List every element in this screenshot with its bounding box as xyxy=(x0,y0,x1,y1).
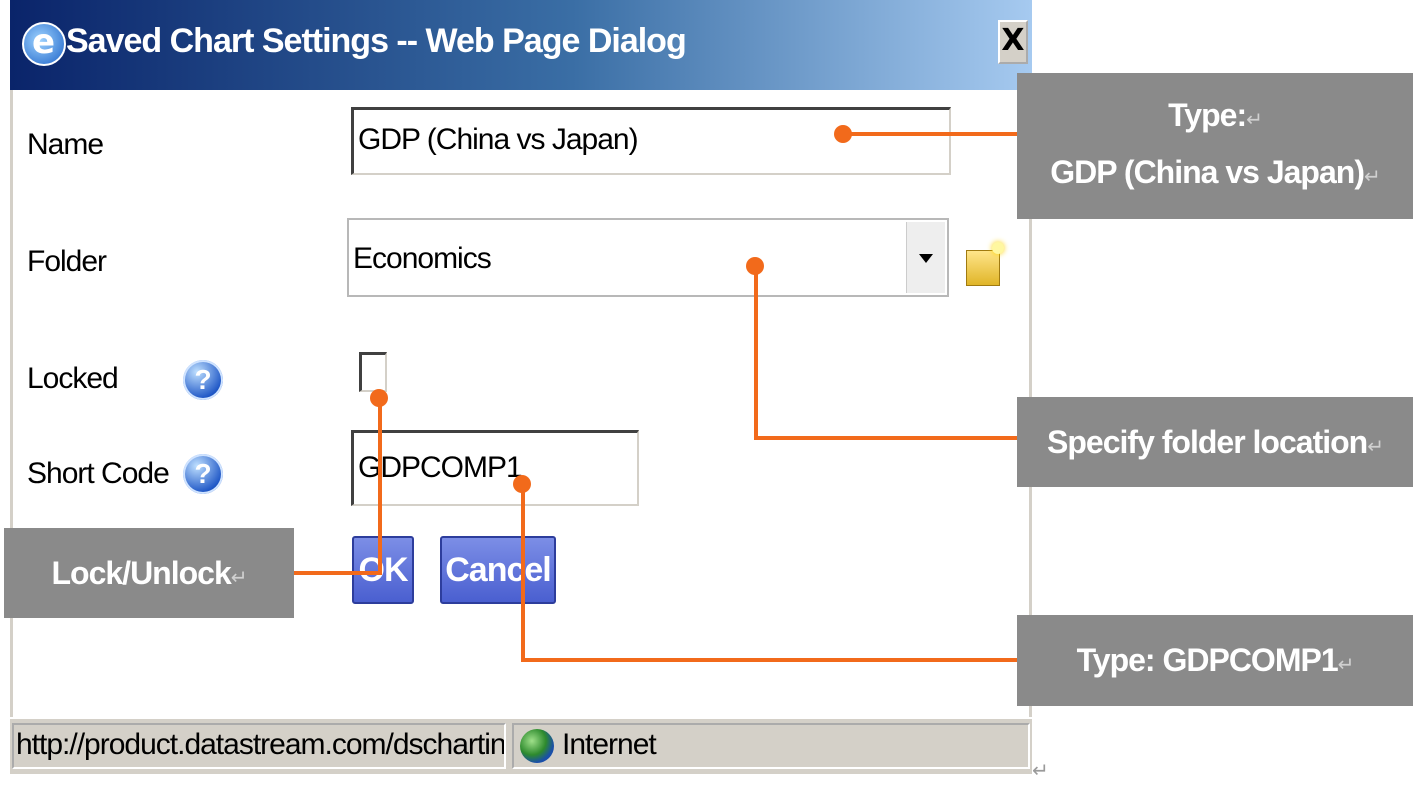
lock-connector-dot xyxy=(370,389,388,407)
folder-callout-text: Specify folder location xyxy=(1047,424,1368,460)
shortcode-callout: Type: GDPCOMP1↵ xyxy=(1017,615,1413,706)
paragraph-mark: ↵ xyxy=(1246,109,1263,131)
name-callout-line1: Type: xyxy=(1168,97,1247,133)
name-connector xyxy=(843,132,1019,136)
name-input[interactable]: GDP (China vs Japan) xyxy=(351,107,951,175)
paragraph-mark: ↵ xyxy=(1363,166,1381,188)
short-code-help-icon[interactable]: ? xyxy=(183,454,223,494)
saved-chart-settings-dialog: Saved Chart Settings -- Web Page Dialog … xyxy=(10,0,1032,787)
lock-connector-vertical xyxy=(378,396,382,574)
locked-label: Locked xyxy=(27,362,119,395)
lock-callout: Lock/Unlock↵ xyxy=(4,528,294,618)
lock-callout-text: Lock/Unlock xyxy=(51,555,231,591)
paragraph-mark: ↵ xyxy=(1032,758,1049,782)
status-bar: http://product.datastream.com/dschartin … xyxy=(10,717,1032,774)
title-bar: Saved Chart Settings -- Web Page Dialog … xyxy=(10,0,1032,90)
chevron-down-icon[interactable] xyxy=(906,222,945,293)
folder-label: Folder xyxy=(27,245,107,278)
shortcode-callout-text: Type: GDPCOMP1 xyxy=(1076,642,1339,678)
locked-help-icon[interactable]: ? xyxy=(183,360,223,400)
folder-callout: Specify folder location↵ xyxy=(1017,397,1413,487)
shortcode-connector-horizontal xyxy=(521,658,1019,662)
folder-connector-horizontal xyxy=(754,436,1019,440)
internet-explorer-icon xyxy=(22,22,66,66)
paragraph-mark: ↵ xyxy=(230,567,248,589)
locked-checkbox[interactable] xyxy=(359,352,387,392)
security-zone-label: Internet xyxy=(562,728,657,761)
close-button[interactable]: X xyxy=(998,20,1028,64)
shortcode-connector-vertical xyxy=(521,484,525,662)
globe-icon xyxy=(520,729,554,763)
paragraph-mark: ↵ xyxy=(1367,436,1384,458)
dialog-title: Saved Chart Settings -- Web Page Dialog xyxy=(66,22,687,60)
security-zone: Internet xyxy=(512,723,1030,769)
help-glyph: ? xyxy=(194,458,212,489)
paragraph-mark: ↵ xyxy=(1337,654,1355,676)
cancel-button[interactable]: Cancel xyxy=(440,536,556,604)
name-callout: Type:↵ GDP (China vs Japan)↵ xyxy=(1017,73,1413,219)
shortcode-connector-dot xyxy=(513,475,531,493)
status-url: http://product.datastream.com/dschartin xyxy=(12,723,506,769)
short-code-label: Short Code xyxy=(27,457,170,490)
new-folder-icon[interactable] xyxy=(966,242,1004,286)
name-connector-dot xyxy=(834,125,852,143)
folder-connector-dot xyxy=(746,257,764,275)
folder-select-value: Economics xyxy=(353,242,492,275)
ok-button[interactable]: OK xyxy=(352,536,414,604)
short-code-input[interactable]: GDPCOMP1 xyxy=(351,430,639,506)
name-callout-line2: GDP (China vs Japan) xyxy=(1050,154,1365,190)
folder-connector-vertical xyxy=(754,266,758,438)
help-glyph: ? xyxy=(194,364,212,395)
folder-select[interactable]: Economics xyxy=(347,218,949,297)
lock-connector-horizontal xyxy=(292,571,382,575)
name-label: Name xyxy=(27,128,104,161)
